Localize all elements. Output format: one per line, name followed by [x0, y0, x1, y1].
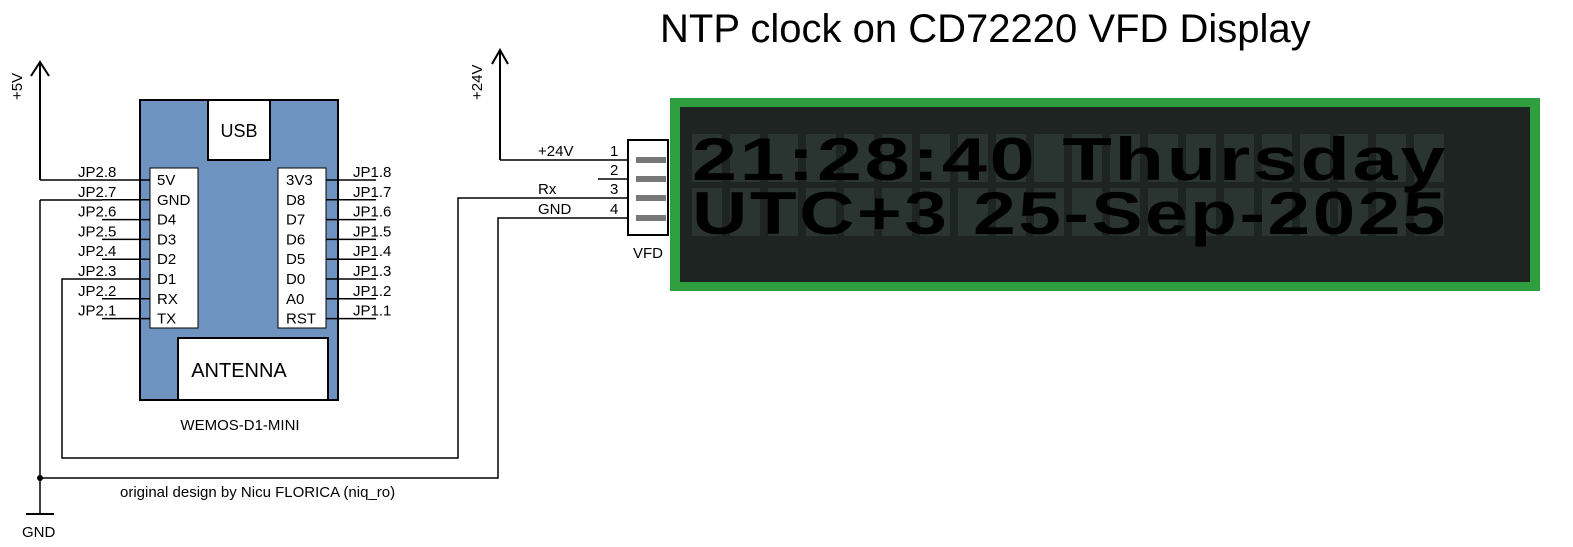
right-pin-label: D8 — [286, 192, 305, 209]
left-pin-label: GND — [157, 192, 191, 209]
connector-pin-number: 4 — [610, 201, 618, 218]
left-pin-label: D2 — [157, 251, 176, 268]
connector-pin-signal: +24V — [538, 143, 573, 160]
page-title: NTP clock on CD72220 VFD Display — [660, 7, 1311, 51]
credit-text: original design by Nicu FLORICA (niq_ro) — [120, 484, 395, 501]
right-jp-label: JP1.7 — [353, 184, 391, 201]
left-jp-label: JP2.4 — [78, 243, 116, 260]
connector-pin-number: 2 — [610, 162, 618, 179]
plus5v-label: +5V — [9, 73, 26, 100]
schematic-diagram: NTP clock on CD72220 VFD Display +5V +24… — [9, 7, 1540, 541]
right-jp-label: JP1.6 — [353, 204, 391, 221]
right-jp-label: JP1.3 — [353, 263, 391, 280]
supply-5v: +5V — [9, 60, 50, 180]
connector-pin-number: 3 — [610, 181, 618, 198]
left-jp-label: JP2.7 — [78, 184, 116, 201]
right-pin-label: D6 — [286, 231, 305, 248]
left-pins: JP2.8 5V JP2.7 GND JP2.6 D4 JP2.5 D3 JP2.4 D2 JP2.… — [78, 164, 191, 328]
connector-pin — [636, 176, 666, 182]
right-jp-label: JP1.2 — [353, 283, 391, 300]
right-pin-label: D7 — [286, 212, 305, 229]
usb-label: USB — [220, 121, 257, 141]
right-pin-label: A0 — [286, 291, 304, 308]
display-line-2: UTC+3 25-Sep-2025 — [692, 180, 1448, 247]
left-jp-label: JP2.5 — [78, 223, 116, 240]
module-name: WEMOS-D1-MINI — [180, 417, 299, 434]
right-jp-label: JP1.1 — [353, 303, 391, 320]
left-pin-label: D3 — [157, 231, 176, 248]
right-jp-label: JP1.8 — [353, 164, 391, 181]
connector-pin — [636, 215, 666, 221]
right-jp-label: JP1.5 — [353, 223, 391, 240]
left-jp-label: JP2.3 — [78, 263, 116, 280]
right-pin-label: 3V3 — [286, 172, 313, 189]
connector-pin — [636, 195, 666, 201]
supply-24v: +24V — [469, 47, 509, 160]
connector-pin — [636, 157, 666, 163]
left-jp-label: JP2.2 — [78, 283, 116, 300]
right-jp-label: JP1.4 — [353, 243, 391, 260]
left-pin-label: D4 — [157, 212, 176, 229]
left-jp-label: JP2.8 — [78, 164, 116, 181]
left-jp-label: JP2.1 — [78, 303, 116, 320]
right-pin-label: RST — [286, 311, 316, 328]
left-jp-label: JP2.6 — [78, 204, 116, 221]
left-pin-label: RX — [157, 291, 178, 308]
plus24v-label: +24V — [469, 65, 486, 100]
gnd-label: GND — [22, 524, 56, 541]
antenna-label: ANTENNA — [191, 360, 287, 382]
vfd-connector: VFD 1 +24V 2 3 Rx 4 GND — [538, 139, 669, 262]
left-pin-label: 5V — [157, 172, 175, 189]
right-pin-label: D0 — [286, 271, 305, 288]
connector-pin-signal: GND — [538, 201, 572, 218]
vfd-display: 21:28:40 Thursday UTC+3 25-Sep-2025 — [670, 98, 1540, 291]
left-pin-label: TX — [157, 311, 176, 328]
left-pin-label: D1 — [157, 271, 176, 288]
ground: GND — [22, 200, 56, 541]
right-pin-label: D5 — [286, 251, 305, 268]
connector-pin-number: 1 — [610, 143, 618, 160]
connector-name: VFD — [633, 245, 663, 262]
connector-pin-signal: Rx — [538, 181, 557, 198]
